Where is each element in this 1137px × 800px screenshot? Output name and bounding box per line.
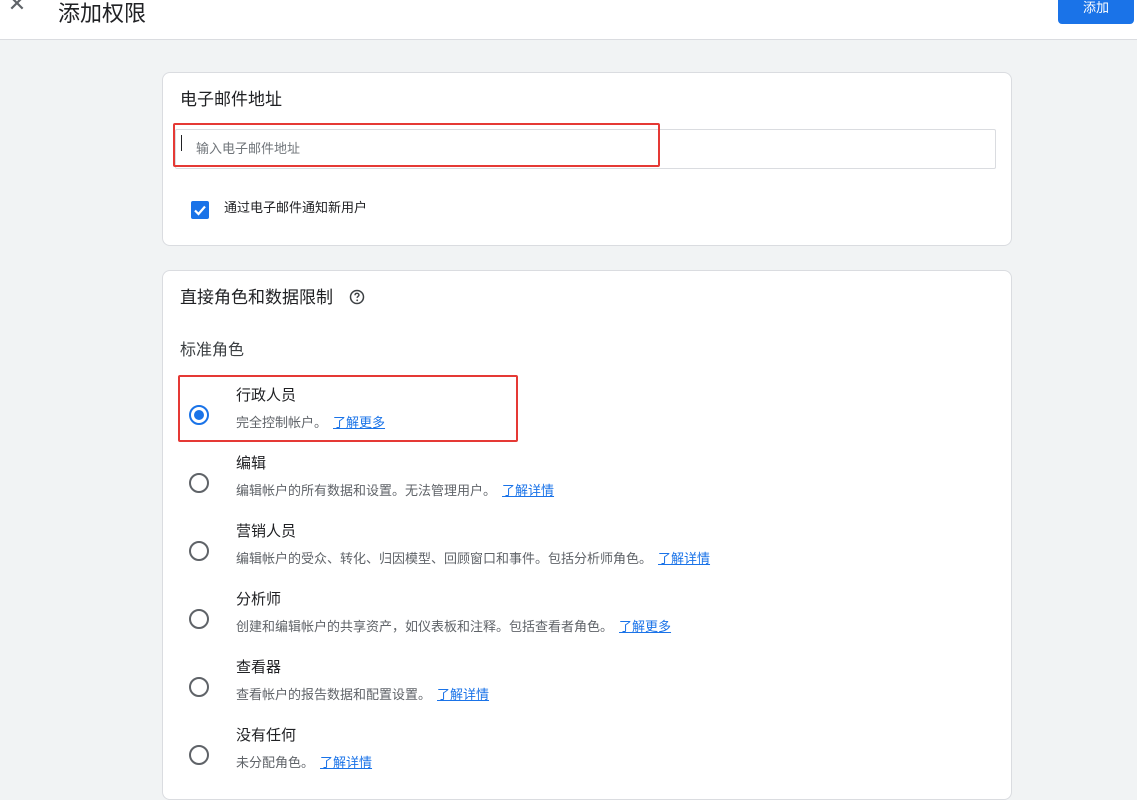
role-item-none[interactable]: 没有任何 未分配角色。 了解详情 <box>163 725 1011 785</box>
role-name: 没有任何 <box>236 726 297 744</box>
role-item-marketer[interactable]: 营销人员 编辑帐户的受众、转化、归因模型、回顾窗口和事件。包括分析师角色。 了解详… <box>163 521 1011 581</box>
role-description: 完全控制帐户。 了解更多 <box>236 415 385 432</box>
learn-more-link[interactable]: 了解更多 <box>619 620 671 635</box>
top-bar: ✕ 添加权限 添加 <box>0 0 1137 40</box>
notify-label: 通过电子邮件通知新用户 <box>224 201 368 216</box>
role-description: 未分配角色。 了解详情 <box>236 755 372 772</box>
role-name: 编辑 <box>236 454 267 472</box>
radio-none[interactable] <box>189 745 209 765</box>
role-desc-text: 未分配角色。 <box>236 756 315 771</box>
email-card: 电子邮件地址 通过电子邮件通知新用户 <box>162 72 1012 246</box>
learn-more-link[interactable]: 了解详情 <box>437 688 489 703</box>
learn-more-link[interactable]: 了解详情 <box>320 756 372 771</box>
radio-marketer[interactable] <box>189 541 209 561</box>
learn-more-link[interactable]: 了解详情 <box>658 552 710 567</box>
role-name: 分析师 <box>236 590 282 608</box>
role-description: 编辑帐户的所有数据和设置。无法管理用户。 了解详情 <box>236 483 554 500</box>
learn-more-link[interactable]: 了解更多 <box>333 416 385 431</box>
role-name: 营销人员 <box>236 522 297 540</box>
roles-section-title: 直接角色和数据限制 <box>180 288 333 308</box>
role-desc-text: 查看帐户的报告数据和配置设置。 <box>236 688 432 703</box>
help-circle-icon[interactable] <box>349 289 365 305</box>
radio-viewer[interactable] <box>189 677 209 697</box>
role-description: 编辑帐户的受众、转化、归因模型、回顾窗口和事件。包括分析师角色。 了解详情 <box>236 551 710 568</box>
role-description: 创建和编辑帐户的共享资产，如仪表板和注释。包括查看者角色。 了解更多 <box>236 619 671 636</box>
email-input[interactable] <box>175 129 996 169</box>
role-desc-text: 完全控制帐户。 <box>236 416 328 431</box>
notify-checkbox[interactable] <box>191 201 209 219</box>
role-desc-text: 编辑帐户的所有数据和设置。无法管理用户。 <box>236 484 497 499</box>
close-icon[interactable]: ✕ <box>6 0 28 16</box>
role-item-editor[interactable]: 编辑 编辑帐户的所有数据和设置。无法管理用户。 了解详情 <box>163 453 1011 513</box>
role-desc-text: 创建和编辑帐户的共享资产，如仪表板和注释。包括查看者角色。 <box>236 620 614 635</box>
role-item-admin[interactable]: 行政人员 完全控制帐户。 了解更多 <box>163 385 1011 445</box>
check-icon <box>194 205 206 216</box>
standard-roles-label: 标准角色 <box>180 340 245 359</box>
email-section-title: 电子邮件地址 <box>180 90 282 110</box>
text-caret <box>181 135 182 151</box>
role-name: 行政人员 <box>236 386 297 404</box>
role-name: 查看器 <box>236 658 282 676</box>
role-item-viewer[interactable]: 查看器 查看帐户的报告数据和配置设置。 了解详情 <box>163 657 1011 717</box>
radio-editor[interactable] <box>189 473 209 493</box>
page-title: 添加权限 <box>58 2 147 27</box>
add-button[interactable]: 添加 <box>1058 0 1134 24</box>
role-desc-text: 编辑帐户的受众、转化、归因模型、回顾窗口和事件。包括分析师角色。 <box>236 552 653 567</box>
role-item-analyst[interactable]: 分析师 创建和编辑帐户的共享资产，如仪表板和注释。包括查看者角色。 了解更多 <box>163 589 1011 649</box>
learn-more-link[interactable]: 了解详情 <box>502 484 554 499</box>
role-description: 查看帐户的报告数据和配置设置。 了解详情 <box>236 687 489 704</box>
roles-card: 直接角色和数据限制 标准角色 行政人员 完全控制帐户。 了解更多 编辑 编辑帐户的… <box>162 270 1012 800</box>
radio-analyst[interactable] <box>189 609 209 629</box>
radio-admin[interactable] <box>189 405 209 425</box>
